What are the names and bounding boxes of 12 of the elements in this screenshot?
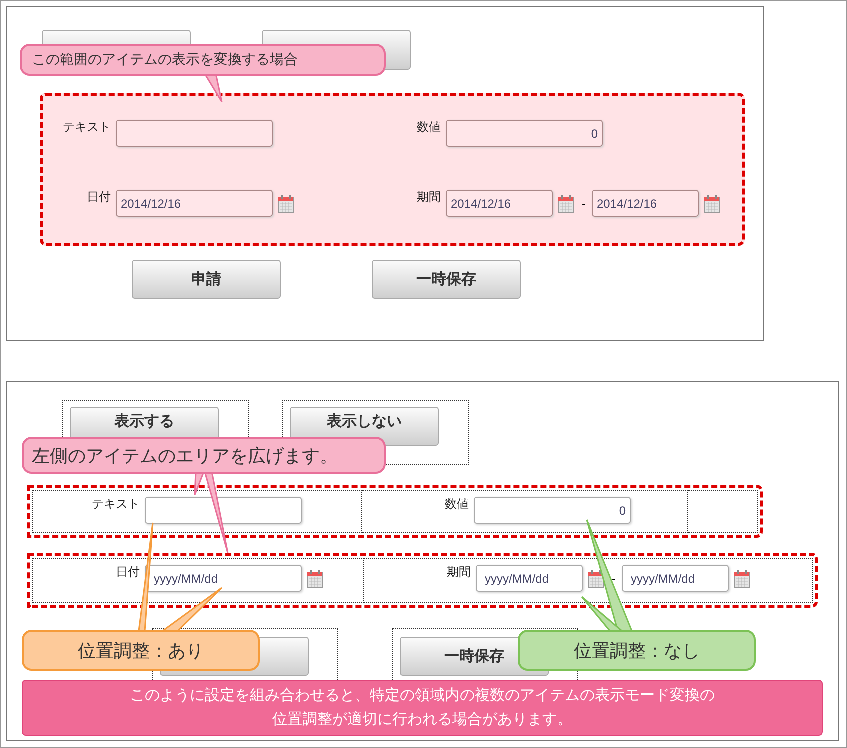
range-separator: - [582,196,586,210]
field-label: 数値 [416,119,441,136]
field-label: 数値 [444,496,469,513]
field-label: テキスト [62,119,111,136]
field-label: 日付 [115,564,140,581]
banner-text: このように設定を組み合わせると、特定の領域内の複数のアイテムの表示モード変換の [129,686,716,706]
range-separator: - [612,572,616,586]
field-label: 日付 [86,189,111,206]
field-label: テキスト [91,496,140,513]
banner-text: 位置調整が適切に行われる場合があります。 [272,710,574,730]
field-label: 期間 [416,189,441,206]
field-label: 期間 [446,564,471,581]
